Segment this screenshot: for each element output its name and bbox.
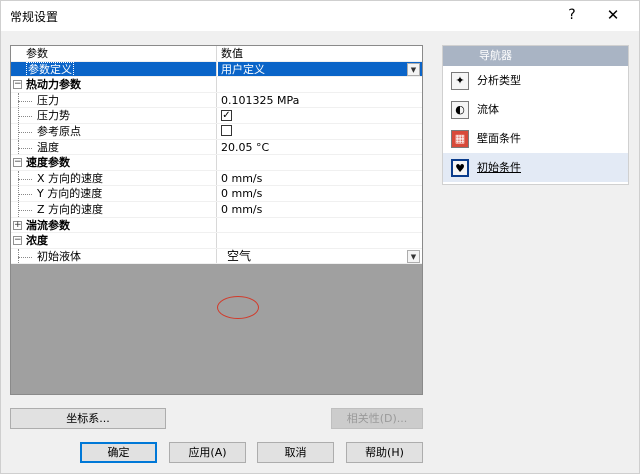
nav-item-label: 壁面条件 — [477, 132, 521, 145]
group-label: 热动力参数 — [26, 78, 81, 92]
collapse-icon[interactable]: − — [13, 158, 22, 168]
pressure-potential-checkbox[interactable]: ✓ — [221, 109, 232, 121]
group-concentration[interactable]: − 浓度 — [11, 233, 422, 249]
velocity-y-value[interactable]: 0 mm/s — [218, 186, 422, 201]
collapse-icon[interactable]: − — [13, 80, 22, 90]
chevron-down-icon[interactable]: ▼ — [407, 249, 420, 263]
row-velocity-z[interactable]: Z 方向的速度 0 mm/s — [11, 201, 422, 218]
velocity-z-value[interactable]: 0 mm/s — [218, 202, 422, 217]
row-param-definition[interactable]: 参数定义 用户定义 ▼ — [11, 61, 422, 78]
coordinate-system-button[interactable]: 坐标系... — [10, 408, 166, 429]
collapse-icon[interactable]: − — [13, 236, 22, 246]
row-label: 参数定义 — [26, 61, 74, 77]
temperature-value[interactable]: 20.05 °C — [218, 140, 422, 155]
row-label: 压力 — [11, 92, 217, 108]
help-icon[interactable]: ? — [562, 5, 582, 25]
row-velocity-x[interactable]: X 方向的速度 0 mm/s — [11, 170, 422, 187]
group-turbulence[interactable]: + 湍流参数 — [11, 217, 422, 234]
header-value: 数值 — [218, 46, 422, 61]
initial-fluid-value: 空气 — [227, 248, 252, 263]
nav-item-initial-conditions[interactable]: ♥ 初始条件 — [443, 153, 628, 182]
nav-item-fluid[interactable]: ◐ 流体 — [443, 95, 628, 124]
expand-icon[interactable]: + — [13, 220, 22, 230]
initial-conditions-icon: ♥ — [451, 159, 469, 177]
group-label: 浓度 — [26, 234, 48, 248]
navigator-panel: 导航器 ✦ 分析类型 ◐ 流体 ▦ 壁面条件 ♥ 初始条件 — [442, 45, 629, 185]
param-definition-value: 用户定义 — [221, 62, 265, 76]
property-grid: 参数 数值 参数定义 用户定义 ▼ − 热动力参数 压力 0.101325 MPa… — [10, 45, 423, 395]
group-label: 湍流参数 — [26, 218, 70, 232]
close-icon[interactable]: ✕ — [602, 5, 624, 25]
row-reference-origin[interactable]: 参考原点 — [11, 123, 422, 140]
general-settings-dialog: 常规设置 ? ✕ 参数 数值 参数定义 用户定义 ▼ − 热动力参数 压力 0.… — [0, 0, 640, 474]
grid-header: 参数 数值 — [11, 46, 422, 62]
pressure-value[interactable]: 0.101325 MPa — [218, 93, 422, 108]
apply-button[interactable]: 应用(A) — [169, 442, 246, 463]
group-label: 速度参数 — [26, 156, 70, 170]
row-label: Y 方向的速度 — [11, 186, 217, 201]
velocity-x-value[interactable]: 0 mm/s — [218, 171, 422, 186]
window-title: 常规设置 — [10, 10, 59, 24]
nav-item-label: 流体 — [477, 103, 499, 116]
help-button[interactable]: 帮助(H) — [346, 442, 423, 463]
reference-origin-checkbox[interactable] — [221, 125, 232, 137]
nav-item-wall-conditions[interactable]: ▦ 壁面条件 — [443, 124, 628, 153]
fluid-icon: ◐ — [451, 101, 469, 119]
wall-conditions-icon: ▦ — [451, 130, 469, 148]
property-grid-rows: 参数 数值 参数定义 用户定义 ▼ − 热动力参数 压力 0.101325 MPa… — [11, 46, 422, 265]
row-temperature[interactable]: 温度 20.05 °C — [11, 139, 422, 156]
navigator-title: 导航器 — [443, 46, 628, 66]
analysis-type-icon: ✦ — [451, 72, 469, 90]
nav-item-analysis-type[interactable]: ✦ 分析类型 — [443, 66, 628, 95]
row-label: 参考原点 — [11, 123, 217, 139]
row-label: 压力势 — [11, 108, 217, 123]
header-param: 参数 — [11, 46, 217, 61]
red-highlight-circle — [217, 296, 259, 319]
nav-item-label: 初始条件 — [477, 161, 521, 174]
row-pressure-potential[interactable]: 压力势 ✓ — [11, 108, 422, 124]
row-velocity-y[interactable]: Y 方向的速度 0 mm/s — [11, 186, 422, 202]
cancel-button[interactable]: 取消 — [257, 442, 334, 463]
row-initial-fluid[interactable]: 初始液体 空气 ▼ — [11, 248, 422, 265]
row-label: 温度 — [11, 139, 217, 155]
row-label: X 方向的速度 — [11, 170, 217, 186]
dependency-button[interactable]: 相关性(D)... — [331, 408, 423, 429]
nav-item-label: 分析类型 — [477, 74, 521, 87]
chevron-down-icon[interactable]: ▼ — [407, 62, 420, 76]
row-pressure[interactable]: 压力 0.101325 MPa — [11, 92, 422, 109]
group-thermo[interactable]: − 热动力参数 — [11, 77, 422, 93]
row-label: Z 方向的速度 — [11, 201, 217, 217]
title-bar: 常规设置 ? ✕ — [1, 1, 639, 31]
row-label: 初始液体 — [11, 248, 217, 264]
ok-button[interactable]: 确定 — [80, 442, 157, 463]
group-velocity[interactable]: − 速度参数 — [11, 155, 422, 171]
